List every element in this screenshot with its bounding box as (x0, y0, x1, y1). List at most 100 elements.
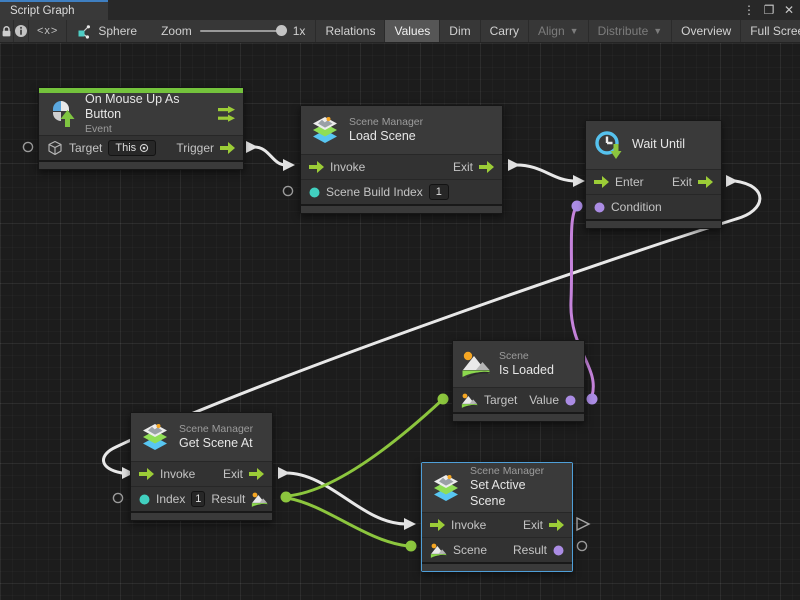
cube-icon[interactable] (47, 140, 63, 156)
close-icon[interactable]: ✕ (780, 3, 798, 17)
inspect-button[interactable] (14, 20, 29, 42)
waituntil-exit-port[interactable] (726, 175, 738, 187)
node-title: Set Active Scene (470, 478, 564, 509)
setactive-result-port[interactable] (577, 541, 586, 550)
purple-value-port-icon[interactable] (594, 202, 605, 213)
load-scene-node[interactable]: Scene ManagerLoad SceneInvokeExitScene B… (300, 105, 503, 214)
node-subtitle: Event (85, 123, 210, 136)
wire-getsceneat-result-to-isloaded-target[interactable] (287, 401, 441, 496)
setactive-invoke-port[interactable] (404, 518, 416, 530)
port-row: TargetThisTrigger (39, 135, 243, 160)
toolbar-button-label: Dim (449, 24, 470, 38)
is-loaded-node[interactable]: SceneIs Loaded Target Value (452, 340, 585, 422)
node-title: Load Scene (349, 129, 494, 145)
purple-value-port-icon[interactable] (553, 545, 564, 556)
node-header: Scene ManagerGet Scene At (131, 413, 272, 461)
toolbar-button-distribute[interactable]: Distribute▼ (588, 20, 672, 42)
value-chip[interactable]: 1 (429, 184, 449, 200)
toolbar-button-label: Values (394, 24, 430, 38)
isloaded-target-port[interactable] (438, 394, 449, 405)
mouseup-trigger-port[interactable] (246, 141, 258, 153)
toolbar-button-label: Carry (490, 24, 519, 38)
scene-manager-icon (430, 472, 462, 504)
loadscene-invoke-port[interactable] (283, 159, 295, 171)
graph-canvas[interactable]: On Mouse Up As ButtonEventTargetThisTrig… (0, 43, 800, 600)
toolbar-button-carry[interactable]: Carry (480, 20, 528, 42)
chevron-down-icon: ▼ (570, 26, 579, 36)
flow-icon[interactable] (139, 468, 154, 480)
port-label: Exit (453, 160, 473, 174)
value-chip[interactable]: 1 (191, 491, 205, 507)
toolbar-button-dim[interactable]: Dim (439, 20, 479, 42)
mouseup-target-port[interactable] (23, 142, 32, 151)
wire-getsceneat-exit-to-setactive-invoke[interactable] (286, 473, 406, 524)
wait-until-node[interactable]: Wait UntilEnterExit Condition (585, 120, 722, 229)
graph-name-label: Sphere (98, 24, 137, 38)
wire-loadscene-exit-to-waituntil-enter[interactable] (516, 165, 576, 181)
flow-icon[interactable] (594, 176, 609, 188)
on-mouse-up-as-button-node[interactable]: On Mouse Up As ButtonEventTargetThisTrig… (38, 87, 244, 170)
toolbar-button-full-screen[interactable]: Full Screen (740, 20, 800, 42)
node-footer (131, 511, 272, 520)
flow-icon[interactable] (549, 519, 564, 531)
port-label: Condition (611, 200, 662, 214)
isloaded-value-port[interactable] (587, 394, 598, 405)
tab-script-graph[interactable]: Script Graph (0, 0, 108, 20)
get-scene-at-node[interactable]: Scene ManagerGet Scene AtInvokeExitIndex… (130, 412, 273, 521)
getsceneat-exit-port[interactable] (278, 467, 290, 479)
set-active-scene-node[interactable]: Scene ManagerSet Active SceneInvokeExitS… (421, 462, 573, 572)
toolbar-button-overview[interactable]: Overview (671, 20, 740, 42)
waituntil-enter-port[interactable] (573, 175, 585, 187)
waituntil-condition-port[interactable] (572, 201, 583, 212)
port-row: InvokeExit (131, 461, 272, 486)
flow-icon[interactable] (309, 161, 324, 173)
teal-value-port-icon[interactable] (309, 187, 320, 198)
port-label: Index (156, 492, 185, 506)
toolbar-button-values[interactable]: Values (384, 20, 439, 42)
port-label: Value (529, 393, 559, 407)
flow-icon[interactable] (220, 142, 235, 154)
scene-mini-icon[interactable] (461, 392, 478, 409)
toolbar-button-label: Align (538, 24, 565, 38)
zoom-slider[interactable] (200, 30, 285, 32)
port-label: Target (484, 393, 517, 407)
toolbar-button-align[interactable]: Align ▼ (528, 20, 588, 42)
toolbar-button-relations[interactable]: Relations (315, 20, 384, 42)
loadscene-exit-port[interactable] (508, 159, 520, 171)
port-label: Result (211, 492, 245, 506)
teal-value-port-icon[interactable] (139, 494, 150, 505)
wire-mouseup-trigger-to-loadscene-invoke[interactable] (254, 147, 286, 165)
value-chip-text: 1 (195, 493, 201, 505)
scene-mini-icon[interactable] (430, 542, 447, 559)
node-header: Wait Until (586, 121, 721, 169)
scene-mini-icon[interactable] (251, 491, 268, 508)
flow-icon[interactable] (430, 519, 445, 531)
value-chip[interactable]: This (108, 140, 156, 156)
port-row: Index 1 Result (131, 486, 272, 511)
flow-icon[interactable] (698, 176, 713, 188)
menu-icon[interactable]: ⋮ (740, 3, 758, 17)
info-icon (14, 24, 28, 38)
node-footer (586, 219, 721, 228)
target-glyph-icon (139, 143, 149, 153)
zoom-label: Zoom (161, 24, 192, 38)
flow-icon[interactable] (249, 468, 264, 480)
zoom-slider-knob[interactable] (276, 25, 287, 36)
purple-value-port-icon[interactable] (565, 395, 576, 406)
flow-icon[interactable] (479, 161, 494, 173)
node-header: SceneIs Loaded (453, 341, 584, 387)
port-label: Exit (223, 467, 243, 481)
lock-button[interactable] (0, 20, 14, 42)
node-kicker: Scene Manager (470, 465, 564, 478)
loadscene-buildindex-port[interactable] (283, 186, 292, 195)
setactive-scene-port[interactable] (406, 541, 417, 552)
maximize-icon[interactable]: ❐ (760, 3, 778, 17)
port-label: Exit (672, 175, 692, 189)
port-row: EnterExit (586, 169, 721, 194)
csharp-preview-button[interactable]: <x> (29, 20, 67, 42)
lock-icon (0, 25, 13, 38)
setactive-exit-port[interactable] (577, 518, 589, 530)
getsceneat-result-port[interactable] (281, 492, 292, 503)
value-chip-text: This (115, 142, 136, 154)
getsceneat-index-port[interactable] (113, 493, 122, 502)
